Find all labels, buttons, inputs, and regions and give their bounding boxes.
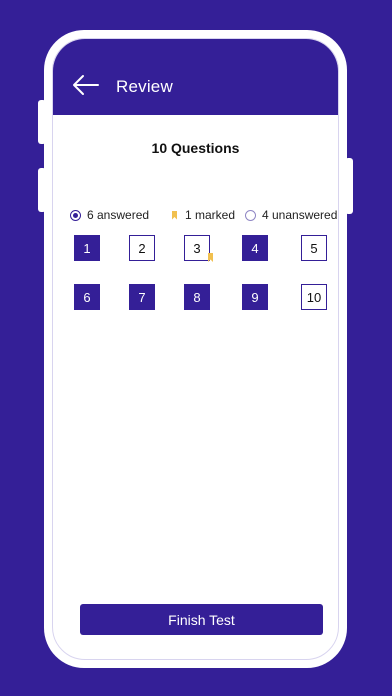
question-number: 3 <box>193 240 201 256</box>
question-button-7[interactable]: 7 <box>129 284 155 310</box>
question-number: 4 <box>251 240 259 256</box>
question-number: 1 <box>83 240 91 256</box>
question-number: 6 <box>83 289 91 305</box>
app-header: Review <box>53 39 338 115</box>
legend-marked: 1 marked <box>172 208 235 222</box>
question-button-9[interactable]: 9 <box>242 284 268 310</box>
question-button-5[interactable]: 5 <box>301 235 327 261</box>
question-button-8[interactable]: 8 <box>184 284 210 310</box>
bookmark-icon <box>208 253 213 262</box>
question-number: 2 <box>138 240 146 256</box>
question-button-4[interactable]: 4 <box>242 235 268 261</box>
app-screen: Review 10 Questions 6 answered 1 marked … <box>52 38 339 660</box>
question-button-1[interactable]: 1 <box>74 235 100 261</box>
page-title: Review <box>116 77 173 96</box>
question-number: 9 <box>251 289 259 305</box>
finish-test-button[interactable]: Finish Test <box>80 604 323 635</box>
arrow-left-icon[interactable] <box>72 74 100 96</box>
question-number: 7 <box>138 289 146 305</box>
question-button-3[interactable]: 3 <box>184 235 213 262</box>
question-button-2[interactable]: 2 <box>129 235 155 261</box>
legend-unanswered: 4 unanswered <box>245 208 337 222</box>
question-count-heading: 10 Questions <box>151 140 240 156</box>
question-button-10[interactable]: 10 <box>301 284 327 310</box>
legend-answered: 6 answered <box>70 208 149 222</box>
bookmark-icon <box>172 210 177 220</box>
question-button-6[interactable]: 6 <box>74 284 100 310</box>
unanswered-radio-icon <box>245 209 256 221</box>
answered-radio-icon <box>70 209 81 221</box>
phone-frame: Review 10 Questions 6 answered 1 marked … <box>44 30 347 668</box>
legend-answered-label: 6 answered <box>87 208 150 222</box>
legend-unanswered-label: 4 unanswered <box>262 208 338 222</box>
question-number: 8 <box>193 289 201 305</box>
question-number: 5 <box>310 240 318 256</box>
legend-marked-label: 1 marked <box>185 208 236 222</box>
question-number: 10 <box>306 289 322 305</box>
